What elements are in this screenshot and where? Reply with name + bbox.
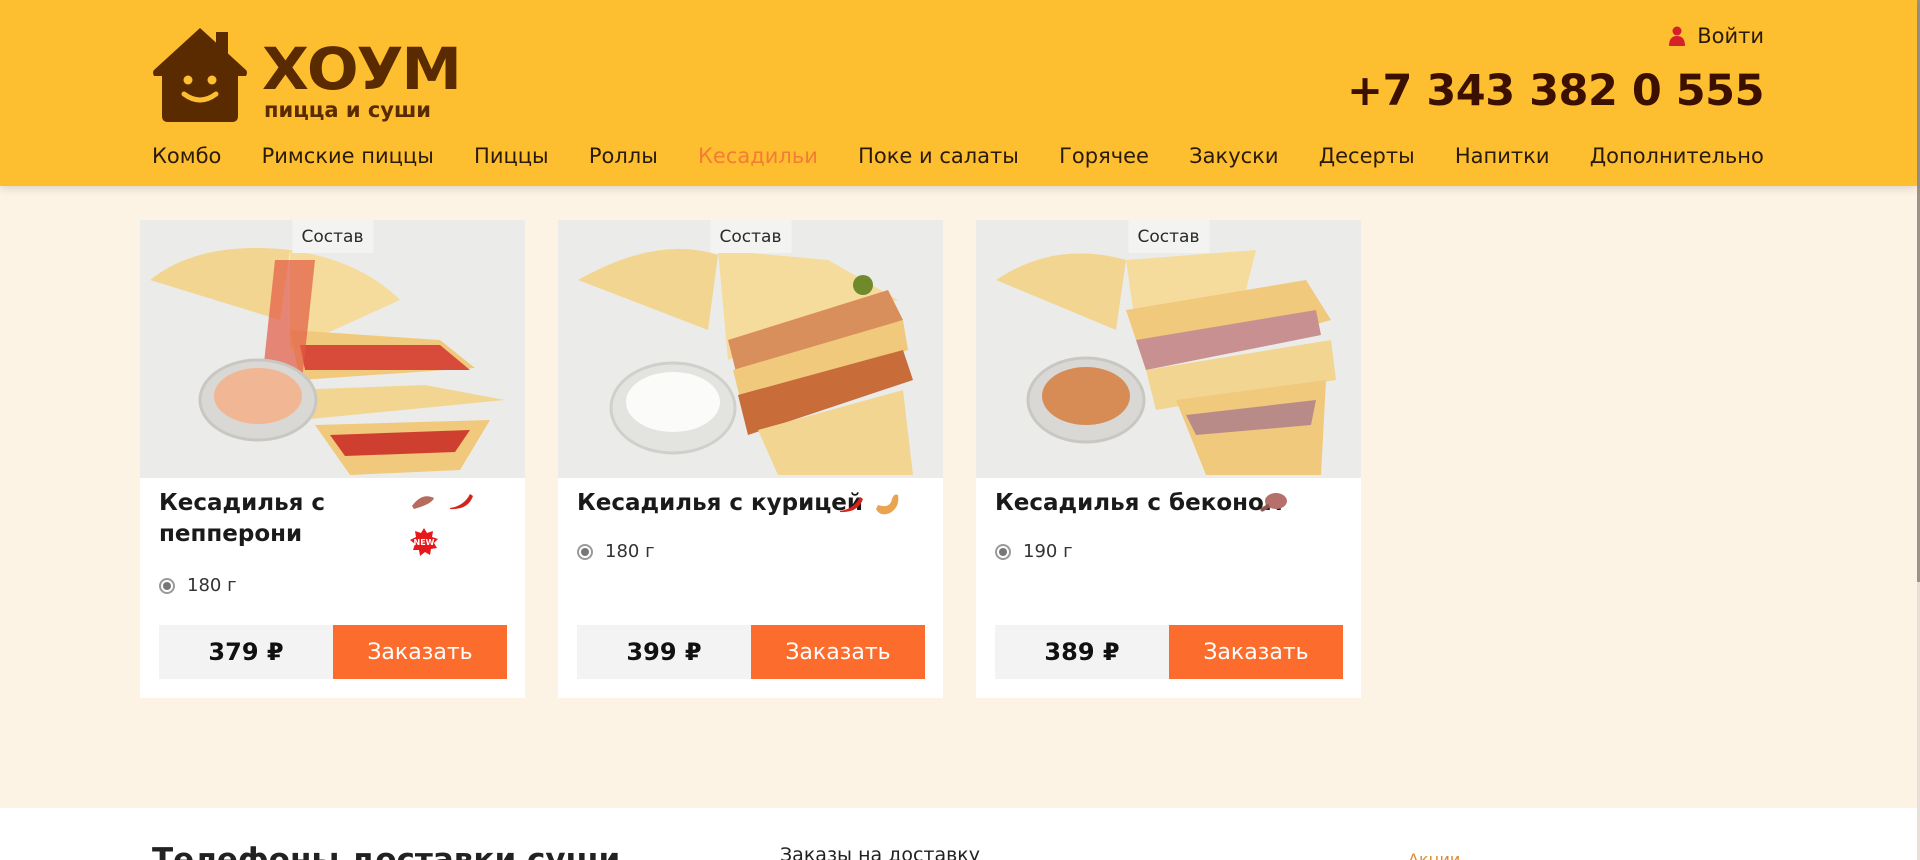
chili-pepper-icon: [450, 494, 473, 510]
new-badge-icon: NEW: [410, 528, 438, 556]
weight-radio[interactable]: [159, 577, 175, 594]
nav-item-roman-pizza[interactable]: Римские пиццы: [262, 144, 434, 168]
weight-label: 180 г: [187, 575, 237, 596]
svg-text:NEW: NEW: [414, 538, 435, 547]
quesadilla-image: [976, 220, 1361, 478]
composition-button[interactable]: Состав: [1128, 220, 1209, 253]
login-label: Войти: [1697, 24, 1764, 48]
product-photo[interactable]: Состав: [140, 220, 525, 478]
category-nav: Комбо Римские пиццы Пиццы Роллы Кесадиль…: [152, 144, 1764, 168]
composition-button[interactable]: Состав: [710, 220, 791, 253]
footer-phones-heading: Телефоны доставки суши: [152, 842, 621, 860]
nav-item-quesadillas[interactable]: Кесадильи: [698, 144, 818, 168]
price: 389 ₽: [995, 625, 1169, 679]
chicken-icon: [876, 494, 899, 515]
price: 379 ₽: [159, 625, 333, 679]
order-button[interactable]: Заказать: [333, 625, 507, 679]
nav-item-snacks[interactable]: Закуски: [1189, 144, 1278, 168]
nav-item-drinks[interactable]: Напитки: [1455, 144, 1550, 168]
logo-wordmark: ХОУМ: [262, 35, 462, 103]
price: 399 ₽: [577, 625, 751, 679]
product-photo[interactable]: Состав: [558, 220, 943, 478]
weight-option: 180 г: [159, 575, 237, 596]
nav-item-pizza[interactable]: Пиццы: [474, 144, 549, 168]
product-card: Состав Кесадилья с курицей 180 г 399 ₽ З…: [558, 220, 943, 698]
phone-number[interactable]: +7 343 382 0 555: [1347, 66, 1765, 116]
user-icon: [1669, 26, 1686, 46]
weight-radio[interactable]: [995, 543, 1011, 560]
quesadilla-image: [558, 220, 943, 478]
product-title: Кесадилья с пепперони: [159, 490, 326, 547]
login-link[interactable]: Войти: [1669, 24, 1764, 48]
composition-button[interactable]: Состав: [292, 220, 373, 253]
weight-option: 190 г: [995, 541, 1073, 562]
weight-option: 180 г: [577, 541, 655, 562]
order-button[interactable]: Заказать: [751, 625, 925, 679]
house-logo-icon: [153, 28, 247, 122]
nav-item-hot[interactable]: Горячее: [1059, 144, 1149, 168]
logo[interactable]: ХОУМ пицца и суши: [152, 26, 462, 126]
meat-leg-icon: [1260, 493, 1287, 512]
site-header: ХОУМ пицца и суши Войти +7 343 382 0 555…: [0, 0, 1917, 186]
nav-item-combo[interactable]: Комбо: [152, 144, 221, 168]
product-photo[interactable]: Состав: [976, 220, 1361, 478]
nav-item-poke-salads[interactable]: Поке и салаты: [858, 144, 1019, 168]
product-title: Кесадилья с курицей: [577, 490, 863, 516]
product-card: Состав Кесадилья с беконом 190 г 389 ₽ З…: [976, 220, 1361, 698]
site-footer: Телефоны доставки суши Заказы на доставк…: [0, 808, 1917, 860]
nav-item-extra[interactable]: Дополнительно: [1590, 144, 1764, 168]
footer-promo-link[interactable]: Акции: [1408, 850, 1460, 860]
product-card: Состав Кесадилья с пепперони NEW 180 г 3…: [140, 220, 525, 698]
product-tags: NEW: [410, 492, 480, 556]
product-tags: [1258, 491, 1288, 515]
weight-radio[interactable]: [577, 543, 593, 560]
footer-orders-heading: Заказы на доставку: [780, 844, 981, 860]
product-tags: [836, 491, 902, 517]
weight-label: 180 г: [605, 541, 655, 562]
nav-item-desserts[interactable]: Десерты: [1319, 144, 1415, 168]
order-button[interactable]: Заказать: [1169, 625, 1343, 679]
quesadilla-image: [140, 220, 525, 478]
logo-tagline: пицца и суши: [264, 98, 432, 122]
chili-pepper-icon: [840, 497, 863, 513]
sausage-icon: [412, 496, 434, 509]
nav-item-rolls[interactable]: Роллы: [589, 144, 658, 168]
weight-label: 190 г: [1023, 541, 1073, 562]
product-title: Кесадилья с беконом: [995, 490, 1283, 516]
